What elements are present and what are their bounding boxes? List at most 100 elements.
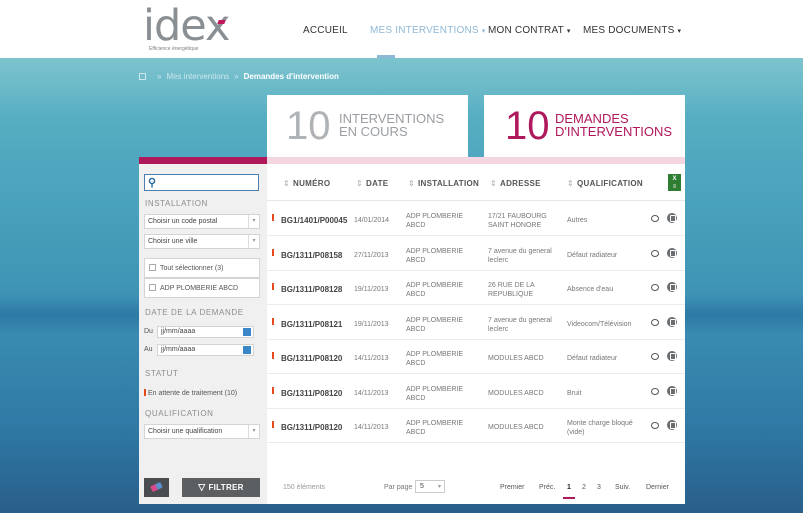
chevron-down-icon: ▾ (677, 28, 682, 35)
calendar-icon[interactable] (243, 346, 251, 354)
column-header-date[interactable]: ⇕ DATE (356, 179, 388, 188)
table-header: ⇕ NUMÉRO ⇕ DATE ⇕ INSTALLATION ⇕ ADRESSE ⇕ QU… (267, 164, 685, 201)
statut-item-label: En attente de traitement (10) (148, 390, 238, 397)
counter-interventions-en-cours[interactable]: 10 INTERVENTIONS EN COURS (267, 95, 468, 157)
column-header-numero[interactable]: ⇕ NUMÉRO (283, 179, 330, 188)
intervention-address-line: 17/21 FAUBOURG (488, 213, 547, 220)
du-label: Du (144, 328, 153, 335)
intervention-address: 26 RUE DE LA REPUBLIQUE (488, 281, 568, 299)
comment-icon[interactable] (651, 284, 659, 291)
chevron-down-icon: ▾ (481, 28, 486, 35)
intervention-number[interactable]: BG1/1401/P00045 (281, 216, 347, 225)
page-1[interactable]: 1 (567, 484, 571, 491)
ville-value: Choisir une ville (148, 238, 198, 245)
intervention-installation: ADP PLOMBERIE ABCD (406, 316, 474, 334)
nav-accueil-label: ACCUEIL (303, 25, 348, 36)
table-row[interactable]: BG/1311/P08121 19/11/2013 ADP PLOMBERIE ABC… (267, 306, 685, 340)
comment-icon[interactable] (651, 215, 659, 222)
table-row[interactable]: BG/1311/P08120 14/11/2013 ADP PLOMBERIE ABC… (267, 409, 685, 443)
filter-button[interactable]: ▽ FILTRER (182, 478, 260, 497)
intervention-number[interactable]: BG/1311/P08120 (281, 354, 342, 363)
home-icon[interactable] (139, 73, 146, 80)
table-row[interactable]: BG/1311/P08158 27/11/2013 ADP PLOMBERIE ABC… (267, 237, 685, 271)
date-au-input[interactable]: jj/mm/aaaa (157, 344, 254, 356)
column-header-label: ADRESSE (500, 179, 541, 188)
document-icon[interactable] (667, 213, 677, 223)
logo-text: idex (143, 1, 230, 51)
per-page-label: Par page (384, 484, 413, 491)
nav-mes-documents[interactable]: MES DOCUMENTS ▾ (583, 25, 681, 36)
select-all-checkbox[interactable]: Tout sélectionner (3) (144, 258, 260, 278)
logo-tagline: Efficience énergétique (149, 46, 199, 52)
column-header-installation[interactable]: ⇕ INSTALLATION (408, 179, 479, 188)
intervention-address-line: leclerc (488, 325, 509, 333)
intervention-installation-line: ADP PLOMBERIE (406, 351, 464, 358)
document-icon[interactable] (667, 420, 677, 430)
table-row[interactable]: BG1/1401/P00045 14/01/2014 ADP PLOMBERIE AB… (267, 202, 685, 236)
date-du-row: Du jj/mm/aaaa (144, 326, 254, 338)
table-row[interactable]: BG/1311/P08120 14/11/2013 ADP PLOMBERIE ABC… (267, 375, 685, 409)
ville-select[interactable]: Choisir une ville ▾ (144, 234, 260, 249)
intervention-address-line: leclerc (488, 256, 509, 264)
comment-icon[interactable] (651, 422, 659, 429)
per-page-select[interactable]: 5 ▾ (415, 480, 445, 493)
intervention-qualification: Bruit (567, 389, 647, 398)
page-2[interactable]: 2 (582, 484, 586, 491)
comment-icon[interactable] (651, 318, 659, 326)
intervention-number[interactable]: BG/1311/P08158 (281, 251, 342, 260)
document-icon[interactable] (667, 316, 677, 327)
comment-icon[interactable] (651, 353, 659, 360)
intervention-qualification: Absence d'eau (567, 285, 647, 294)
intervention-qualification-line: Autres (567, 217, 588, 224)
page-first[interactable]: Premier (500, 484, 525, 491)
page-next[interactable]: Suiv. (615, 484, 630, 491)
document-icon[interactable] (667, 385, 677, 396)
nav-mon-contrat[interactable]: MON CONTRAT ▾ (488, 25, 571, 36)
column-header-label: QUALIFICATION (577, 179, 643, 188)
breadcrumb-mes-interventions[interactable]: Mes interventions (166, 72, 229, 81)
intervention-installation: ADP PLOMBERIE ABCD (406, 281, 474, 299)
page-last[interactable]: Dernier (646, 484, 669, 491)
reset-filters-button[interactable] (144, 478, 169, 497)
nav-mes-documents-label: MES DOCUMENTS (583, 25, 675, 36)
intervention-qualification: Monte charge bloqué (vide) (567, 419, 647, 437)
code-postal-select[interactable]: Choisir un code postal ▾ (144, 214, 260, 229)
intervention-number[interactable]: BG/1311/P08120 (281, 423, 342, 432)
document-icon[interactable] (667, 351, 677, 361)
intervention-number[interactable]: BG/1311/P08128 (281, 285, 342, 294)
nav-mes-interventions-label: MES INTERVENTIONS (370, 25, 479, 36)
intervention-address-line: 7 avenue du general (488, 247, 552, 255)
nav-accueil[interactable]: ACCUEIL (303, 25, 348, 36)
date-du-input[interactable]: jj/mm/aaaa (157, 326, 254, 338)
statut-filter-item[interactable]: En attente de traitement (10) (144, 389, 237, 397)
status-flag-icon (272, 283, 274, 290)
calendar-icon[interactable] (243, 328, 251, 336)
breadcrumb: » Mes interventions » Demandes d'interventi… (139, 72, 339, 81)
intervention-qualification-line: Monte charge bloqué (567, 420, 633, 427)
search-input[interactable]: ⚲ (144, 174, 259, 191)
intervention-installation-line: ABCD (406, 256, 426, 264)
counter-demandes-interventions[interactable]: 10 DEMANDES D'INTERVENTIONS (484, 95, 685, 157)
table-row[interactable]: BG/1311/P08120 14/11/2013 ADP PLOMBERIE ABC… (267, 340, 685, 374)
counter-label: DEMANDES D'INTERVENTIONS (555, 112, 672, 138)
page-prev[interactable]: Préc. (539, 484, 555, 491)
excel-export-icon[interactable]: X ≡ (668, 174, 681, 191)
page-3[interactable]: 3 (597, 484, 601, 491)
header: idex Efficience énergétique ACCUEIL MES … (0, 0, 803, 58)
intervention-address-line: 7 avenue du general (488, 316, 552, 324)
comment-icon[interactable] (651, 387, 659, 395)
document-icon[interactable] (667, 282, 677, 292)
comment-icon[interactable] (651, 249, 659, 257)
nav-mes-interventions[interactable]: MES INTERVENTIONS ▾ (370, 25, 486, 36)
idex-logo[interactable]: idex Efficience énergétique (143, 1, 233, 54)
document-icon[interactable] (667, 247, 677, 258)
column-header-adresse[interactable]: ⇕ ADRESSE (490, 179, 541, 188)
table-row[interactable]: BG/1311/P08128 19/11/2013 ADP PLOMBERIE ABC… (267, 271, 685, 305)
installation-checkbox[interactable]: ADP PLOMBERIE ABCD (144, 278, 260, 298)
column-header-qualification[interactable]: ⇕ QUALIFICATION (567, 179, 643, 188)
intervention-number[interactable]: BG/1311/P08120 (281, 389, 342, 398)
qualification-select[interactable]: Choisir une qualification ▾ (144, 424, 260, 439)
intervention-qualification: Autres (567, 216, 647, 225)
intervention-number[interactable]: BG/1311/P08121 (281, 320, 342, 329)
intervention-address-line: REPUBLIQUE (488, 291, 534, 298)
